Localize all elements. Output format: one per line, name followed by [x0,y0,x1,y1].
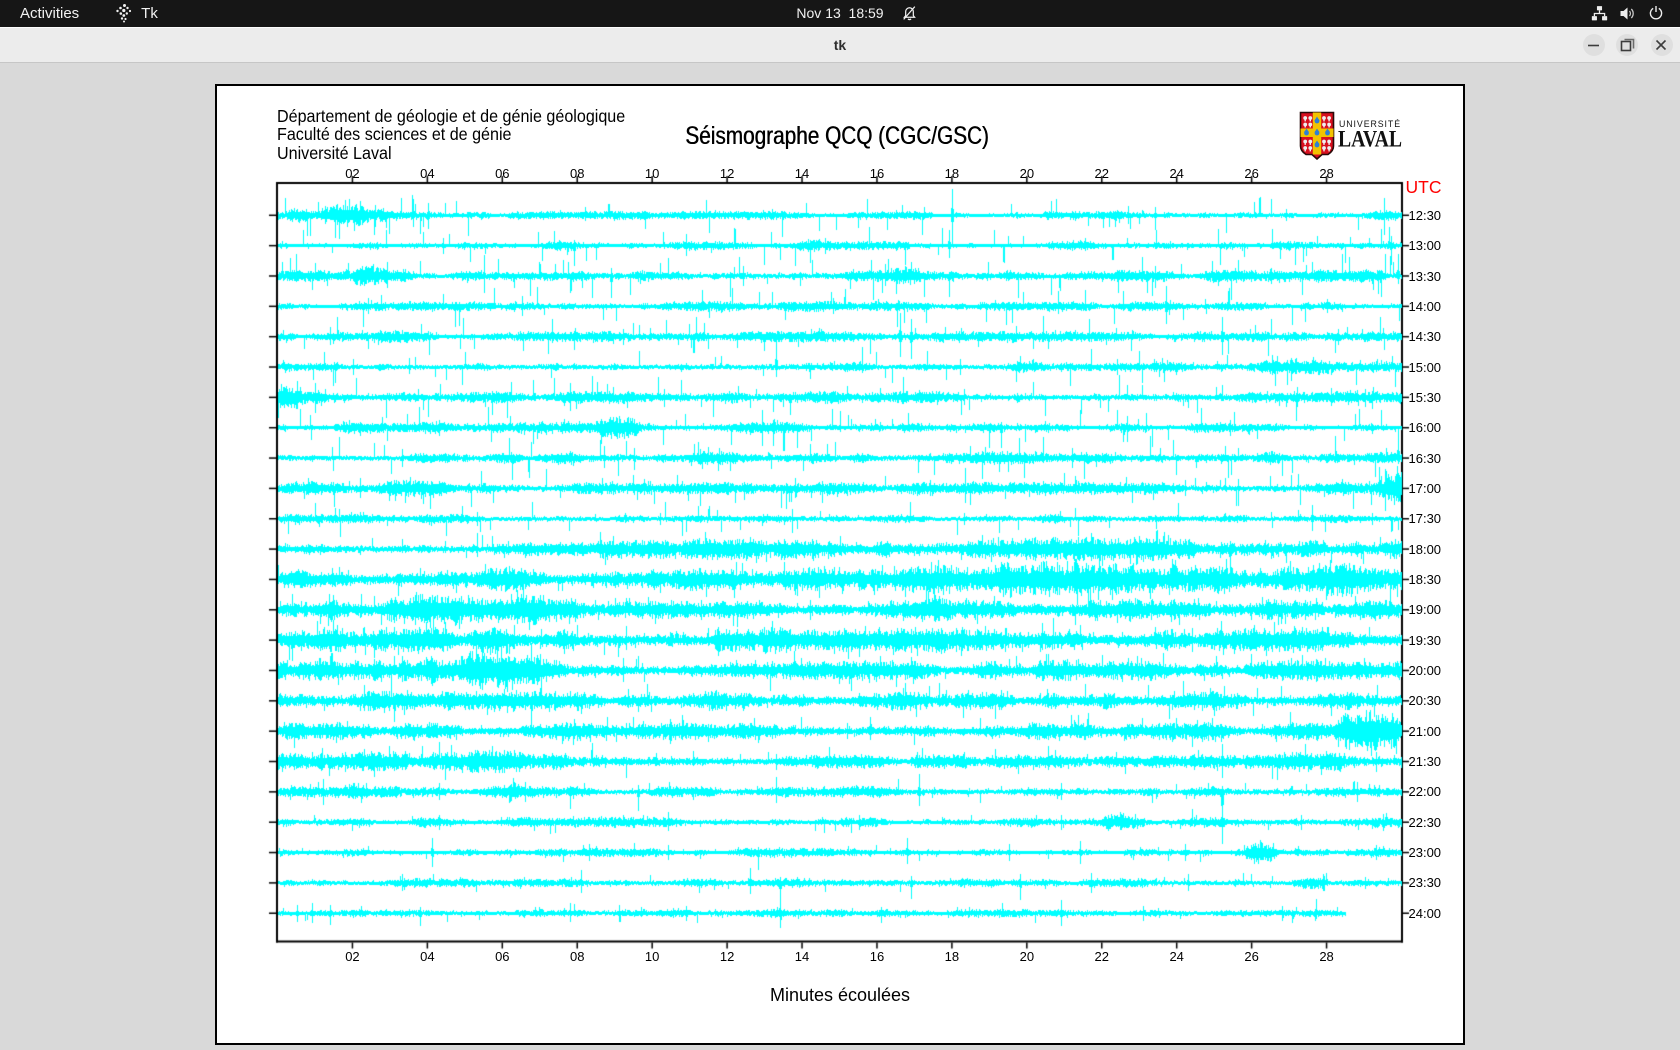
svg-text:LAVAL: LAVAL [1338,127,1402,153]
